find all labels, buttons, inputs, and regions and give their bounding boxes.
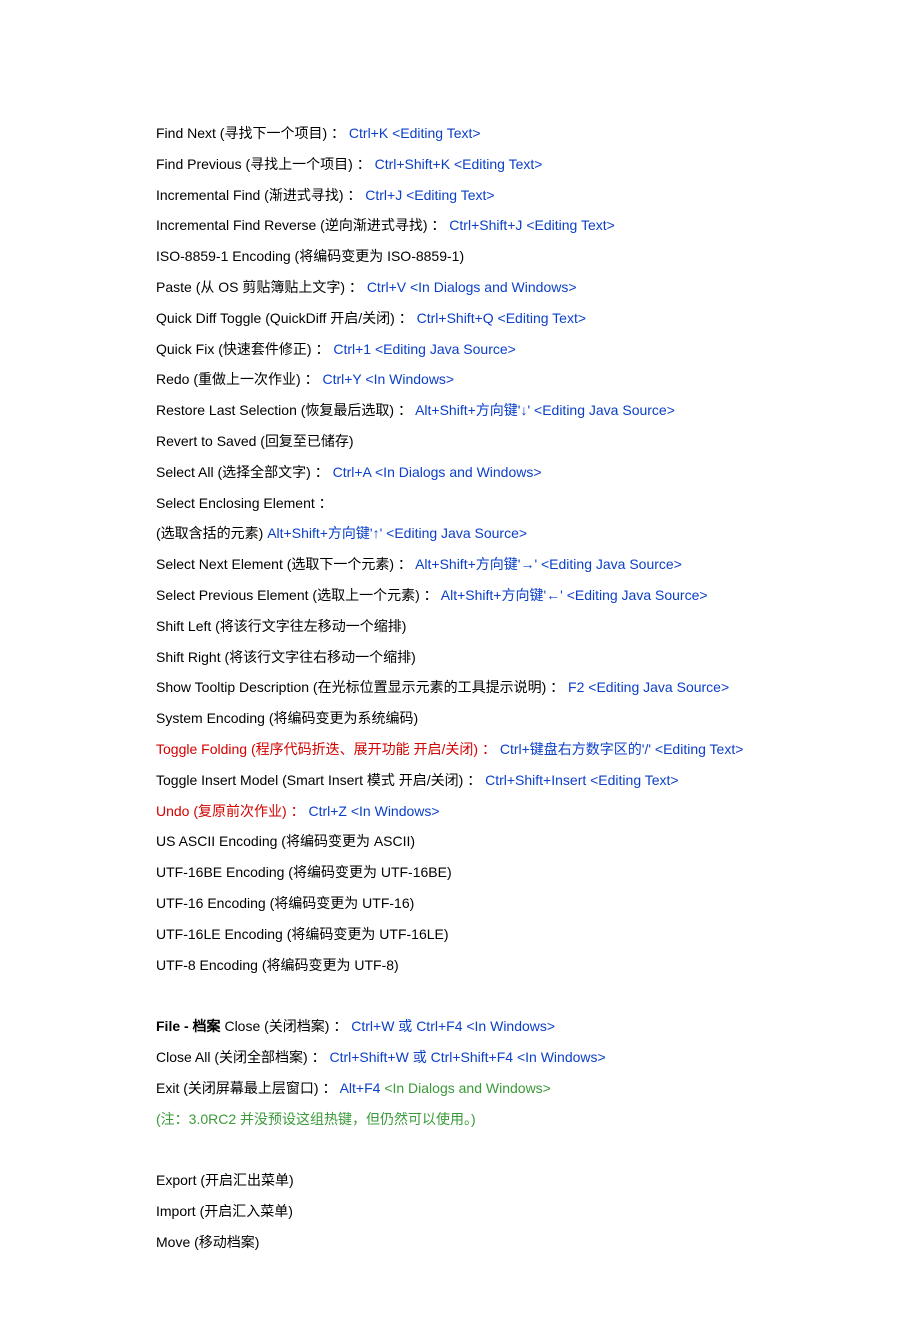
edit-segment: Shift Left (将该行文字往左移动一个缩排) xyxy=(156,618,406,634)
edit-segment: Shift Right (将该行文字往右移动一个缩排) xyxy=(156,649,416,665)
edit-segment: Revert to Saved (回复至已储存) xyxy=(156,433,354,449)
file2-line: Export (开启汇出菜单) xyxy=(156,1165,764,1196)
file-line: (注：3.0RC2 并没预设这组热键，但仍然可以使用。) xyxy=(156,1104,764,1135)
file2-segment: Move (移动档案) xyxy=(156,1234,259,1250)
edit-segment: ISO-8859-1 Encoding (将编码变更为 ISO-8859-1) xyxy=(156,248,464,264)
edit-segment: Paste (从 OS 剪贴簿贴上文字) ： xyxy=(156,279,367,295)
edit-line: Incremental Find (渐进式寻找) ： Ctrl+J <Editi… xyxy=(156,180,764,211)
edit-segment: Ctrl+V <In Dialogs and Windows> xyxy=(367,279,577,295)
edit-line: Select Enclosing Element ： xyxy=(156,488,764,519)
file-line: Close All (关闭全部档案) ： Ctrl+Shift+W 或 Ctrl… xyxy=(156,1042,764,1073)
edit-line: Quick Diff Toggle (QuickDiff 开启/关闭) ： Ct… xyxy=(156,303,764,334)
edit-line: Revert to Saved (回复至已储存) xyxy=(156,426,764,457)
edit-segment: Incremental Find Reverse (逆向渐进式寻找) ： xyxy=(156,217,449,233)
edit-segment: Restore Last Selection (恢复最后选取) ： xyxy=(156,402,415,418)
edit-segment: UTF-16 Encoding (将编码变更为 UTF-16) xyxy=(156,895,414,911)
spacer xyxy=(156,1134,764,1165)
edit-line: Undo (复原前次作业) ： Ctrl+Z <In Windows> xyxy=(156,796,764,827)
edit-line: ISO-8859-1 Encoding (将编码变更为 ISO-8859-1) xyxy=(156,241,764,272)
edit-line: UTF-8 Encoding (将编码变更为 UTF-8) xyxy=(156,950,764,981)
edit-segment: UTF-16BE Encoding (将编码变更为 UTF-16BE) xyxy=(156,864,452,880)
file-segment: Ctrl+Shift+W 或 Ctrl+Shift+F4 <In Windows… xyxy=(329,1049,605,1065)
edit-line: Toggle Folding (程序代码折迭、展开功能 开启/关闭) ： Ctr… xyxy=(156,734,764,765)
edit-segment: Alt+Shift+方向键'↓' <Editing Java Source> xyxy=(415,402,675,418)
edit-segment: US ASCII Encoding (将编码变更为 ASCII) xyxy=(156,833,415,849)
file2-line: Move (移动档案) xyxy=(156,1227,764,1258)
file-heading-segment: Close (关闭档案) ： xyxy=(224,1018,351,1034)
file-segment: Exit (关闭屏幕最上层窗口) ： xyxy=(156,1080,340,1096)
edit-segment: UTF-8 Encoding (将编码变更为 UTF-8) xyxy=(156,957,399,973)
edit-segment: F2 <Editing Java Source> xyxy=(568,679,729,695)
edit-segment: Find Previous (寻找上一个项目) ： xyxy=(156,156,375,172)
edit-segment: Quick Diff Toggle (QuickDiff 开启/关闭) ： xyxy=(156,310,417,326)
edit-line: Find Previous (寻找上一个项目) ： Ctrl+Shift+K <… xyxy=(156,149,764,180)
edit-segment: Toggle Folding (程序代码折迭、展开功能 开启/关闭) ： xyxy=(156,741,500,757)
file-heading-line: File - 档案 Close (关闭档案) ： Ctrl+W 或 Ctrl+F… xyxy=(156,1011,764,1042)
edit-segment: Ctrl+1 <Editing Java Source> xyxy=(333,341,516,357)
edit-line: Find Next (寻找下一个项目) ： Ctrl+K <Editing Te… xyxy=(156,118,764,149)
file-section-1: Close All (关闭全部档案) ： Ctrl+Shift+W 或 Ctrl… xyxy=(156,1042,764,1134)
edit-line: Shift Right (将该行文字往右移动一个缩排) xyxy=(156,642,764,673)
edit-segment: System Encoding (将编码变更为系统编码) xyxy=(156,710,418,726)
edit-line: Shift Left (将该行文字往左移动一个缩排) xyxy=(156,611,764,642)
edit-line: UTF-16 Encoding (将编码变更为 UTF-16) xyxy=(156,888,764,919)
file-section-2: Export (开启汇出菜单) Import (开启汇入菜单) Move (移动档案… xyxy=(156,1165,764,1257)
edit-segment: Select Previous Element (选取上一个元素) ： xyxy=(156,587,441,603)
edit-line: Quick Fix (快速套件修正) ： Ctrl+1 <Editing Jav… xyxy=(156,334,764,365)
edit-line: UTF-16BE Encoding (将编码变更为 UTF-16BE) xyxy=(156,857,764,888)
edit-segment: Ctrl+Shift+Insert <Editing Text> xyxy=(485,772,679,788)
file-segment: Close All (关闭全部档案) ： xyxy=(156,1049,329,1065)
edit-segment: Ctrl+A <In Dialogs and Windows> xyxy=(333,464,542,480)
file2-line: Import (开启汇入菜单) xyxy=(156,1196,764,1227)
edit-line: Select Next Element (选取下一个元素) ： Alt+Shif… xyxy=(156,549,764,580)
edit-line: Incremental Find Reverse (逆向渐进式寻找) ： Ctr… xyxy=(156,210,764,241)
edit-line: System Encoding (将编码变更为系统编码) xyxy=(156,703,764,734)
edit-line: Select All (选择全部文字) ： Ctrl+A <In Dialogs… xyxy=(156,457,764,488)
edit-segment: Ctrl+K <Editing Text> xyxy=(349,125,481,141)
edit-segment: Ctrl+Shift+K <Editing Text> xyxy=(375,156,543,172)
edit-line: Paste (从 OS 剪贴簿贴上文字) ： Ctrl+V <In Dialog… xyxy=(156,272,764,303)
edit-line: Select Previous Element (选取上一个元素) ： Alt+… xyxy=(156,580,764,611)
file2-segment: Import (开启汇入菜单) xyxy=(156,1203,293,1219)
edit-segment: Ctrl+Y <In Windows> xyxy=(322,371,454,387)
edit-segment: Alt+Shift+方向键'←' <Editing Java Source> xyxy=(441,587,708,603)
edit-line: (选取含括的元素) Alt+Shift+方向键'↑' <Editing Java… xyxy=(156,518,764,549)
edit-segment: Alt+Shift+方向键'→' <Editing Java Source> xyxy=(415,556,682,572)
edit-segment: Alt+Shift+方向键'↑' <Editing Java Source> xyxy=(267,525,527,541)
edit-segment: Ctrl+J <Editing Text> xyxy=(365,187,494,203)
edit-segment: UTF-16LE Encoding (将编码变更为 UTF-16LE) xyxy=(156,926,449,942)
file-segment: Alt+F4 xyxy=(340,1080,385,1096)
file2-segment: Export (开启汇出菜单) xyxy=(156,1172,294,1188)
edit-line: UTF-16LE Encoding (将编码变更为 UTF-16LE) xyxy=(156,919,764,950)
edit-segment: Ctrl+Shift+Q <Editing Text> xyxy=(417,310,586,326)
edit-segment: (选取含括的元素) xyxy=(156,525,267,541)
edit-segment: Quick Fix (快速套件修正) ： xyxy=(156,341,333,357)
edit-segment: Select Next Element (选取下一个元素) ： xyxy=(156,556,415,572)
edit-segment: Ctrl+键盘右方数字区的'/' <Editing Text> xyxy=(500,741,744,757)
file-line: Exit (关闭屏幕最上层窗口) ： Alt+F4 <In Dialogs an… xyxy=(156,1073,764,1104)
edit-segment: Ctrl+Shift+J <Editing Text> xyxy=(449,217,615,233)
file-heading-segment: File - 档案 xyxy=(156,1018,224,1034)
edit-line: Restore Last Selection (恢复最后选取) ： Alt+Sh… xyxy=(156,395,764,426)
edit-segment: Toggle Insert Model (Smart Insert 模式 开启/… xyxy=(156,772,485,788)
file-segment: <In Dialogs and Windows> xyxy=(384,1080,551,1096)
edit-segment: Show Tooltip Description (在光标位置显示元素的工具提示… xyxy=(156,679,568,695)
document-page: Find Next (寻找下一个项目) ： Ctrl+K <Editing Te… xyxy=(0,0,920,1317)
file-heading-segment: Ctrl+W 或 Ctrl+F4 <In Windows> xyxy=(351,1018,555,1034)
edit-segment: Ctrl+Z <In Windows> xyxy=(308,803,439,819)
file-segment: (注：3.0RC2 并没预设这组热键，但仍然可以使用。) xyxy=(156,1111,476,1127)
edit-segment: Find Next (寻找下一个项目) ： xyxy=(156,125,349,141)
edit-segment: Redo (重做上一次作业) ： xyxy=(156,371,322,387)
edit-segment: Select Enclosing Element ： xyxy=(156,495,333,511)
edit-segment: Incremental Find (渐进式寻找) ： xyxy=(156,187,365,203)
edit-section: Find Next (寻找下一个项目) ： Ctrl+K <Editing Te… xyxy=(156,118,764,980)
edit-segment: Select All (选择全部文字) ： xyxy=(156,464,333,480)
edit-line: Show Tooltip Description (在光标位置显示元素的工具提示… xyxy=(156,672,764,703)
edit-line: Redo (重做上一次作业) ： Ctrl+Y <In Windows> xyxy=(156,364,764,395)
edit-segment: Undo (复原前次作业) ： xyxy=(156,803,308,819)
edit-line: Toggle Insert Model (Smart Insert 模式 开启/… xyxy=(156,765,764,796)
spacer xyxy=(156,980,764,1011)
edit-line: US ASCII Encoding (将编码变更为 ASCII) xyxy=(156,826,764,857)
